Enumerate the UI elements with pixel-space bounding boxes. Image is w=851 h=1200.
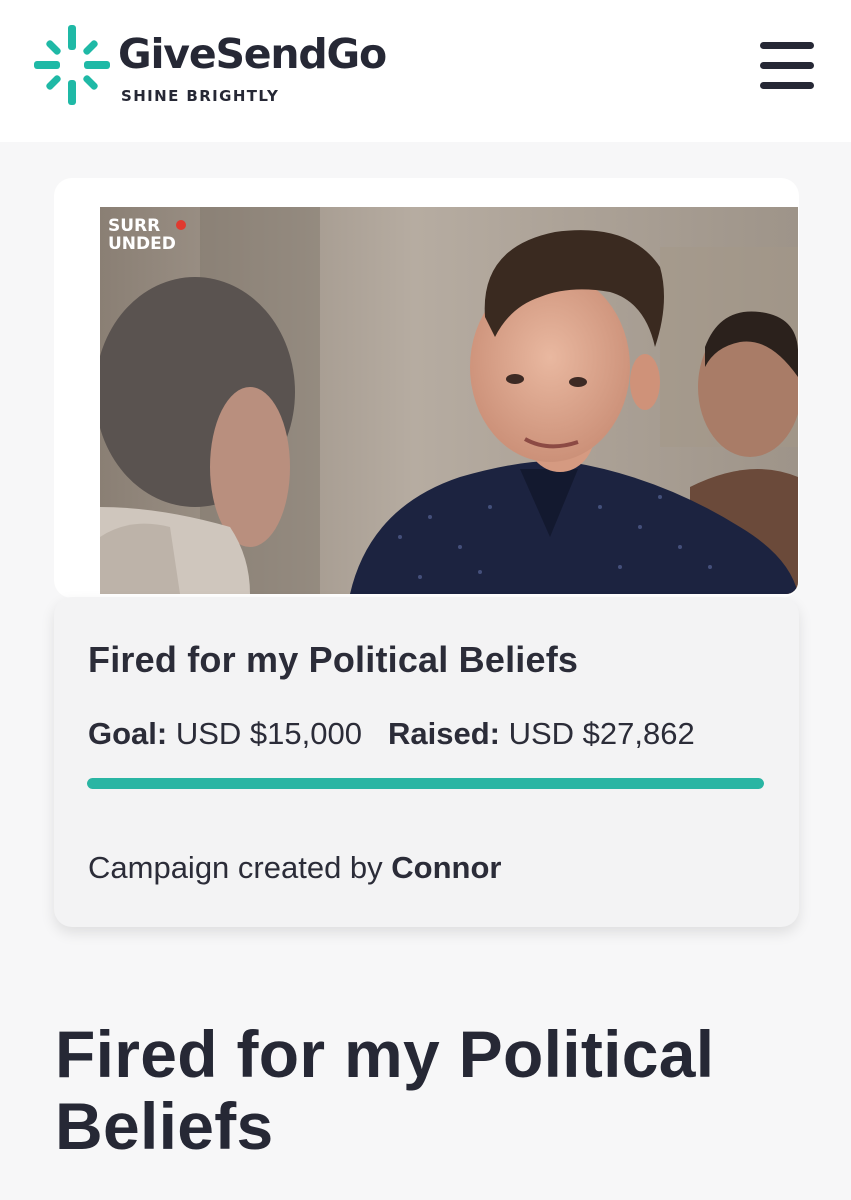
campaign-photo[interactable]: SURR UNDED (100, 207, 798, 594)
creator-name-link[interactable]: Connor (391, 850, 501, 885)
page-title: Fired for my Political Beliefs (55, 1017, 715, 1163)
funding-progress-fill (87, 778, 764, 789)
funding-progress-bar (87, 778, 764, 789)
raised-value: USD $27,862 (508, 716, 695, 751)
watermark-line1: SURR (108, 216, 160, 236)
givesendgo-logo-icon[interactable] (34, 25, 110, 105)
campaign-card-title[interactable]: Fired for my Political Beliefs (88, 638, 578, 682)
raised-label: Raised: (387, 716, 500, 751)
menu-bar (760, 82, 814, 89)
campaign-creator-line: Campaign created by Connor (88, 848, 502, 888)
brand-name[interactable]: GiveSendGo (118, 34, 387, 75)
goal-value: USD $15,000 (175, 716, 362, 751)
watermark-dot (176, 220, 186, 230)
brand-tagline: SHINE BRIGHTLY (121, 87, 280, 105)
menu-bar (760, 62, 814, 69)
campaign-amounts: Goal: USD $15,000 Raised: USD $27,862 (88, 714, 695, 754)
menu-bar (760, 42, 814, 49)
goal-label: Goal: (88, 716, 168, 751)
hamburger-menu-icon[interactable] (756, 38, 818, 94)
created-by-label: Campaign created by (88, 850, 383, 885)
site-header: GiveSendGo SHINE BRIGHTLY (0, 0, 851, 142)
watermark-line2: UNDED (108, 234, 176, 254)
